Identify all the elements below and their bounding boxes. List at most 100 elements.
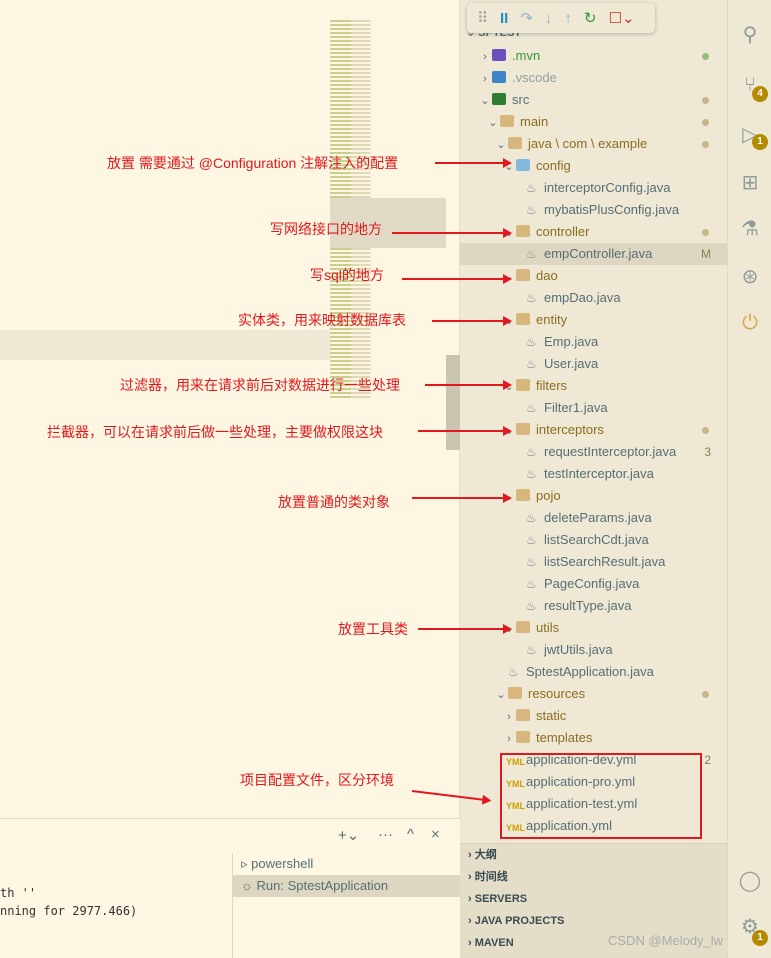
- tree-item-label: interceptorConfig.java: [544, 180, 671, 195]
- tree-folder[interactable]: › static: [460, 705, 727, 727]
- java-file-icon: ♨: [526, 401, 537, 415]
- java-file-icon: ♨: [526, 335, 537, 349]
- tree-file[interactable]: ♨ mybatisPlusConfig.java: [460, 199, 727, 221]
- status-badge: 2: [704, 753, 711, 767]
- java-file-icon: ♨: [526, 357, 537, 371]
- tree-folder[interactable]: › templates: [460, 727, 727, 749]
- pause-icon[interactable]: II: [500, 10, 508, 27]
- folder-icon: [516, 225, 530, 237]
- tree-folder[interactable]: ⌄ resources: [460, 683, 727, 705]
- folder-icon: [508, 687, 522, 699]
- status-dot: [702, 119, 709, 126]
- section-label: JAVA PROJECTS: [474, 915, 565, 927]
- tree-file[interactable]: ♨ PageConfig.java: [460, 573, 727, 595]
- tree-folder[interactable]: ⌄dao: [460, 265, 727, 287]
- tree-item-label: resultType.java: [544, 598, 632, 613]
- terminal-output[interactable]: th '' nning for 2977.466): [0, 884, 137, 920]
- tree-folder[interactable]: ⌄config: [460, 155, 727, 177]
- chevron-down-icon[interactable]: ⌄: [486, 112, 500, 134]
- testing-icon[interactable]: ⚗: [738, 216, 762, 241]
- chevron-right-icon[interactable]: ›: [478, 46, 492, 68]
- more-actions-icon[interactable]: ···: [378, 826, 393, 843]
- folder-icon: [516, 709, 530, 721]
- chevron-down-icon[interactable]: ⌄: [478, 90, 492, 112]
- java-file-icon: ♨: [526, 181, 537, 195]
- section-servers[interactable]: › SERVERS: [460, 888, 727, 910]
- tree-folder[interactable]: › .vscode: [460, 67, 727, 89]
- tree-file[interactable]: ♨ listSearchCdt.java: [460, 529, 727, 551]
- restart-icon[interactable]: ↻: [584, 9, 597, 27]
- tree-folder[interactable]: ⌄ java \ com \ example: [460, 133, 727, 155]
- annotation-text: 放置普通的类对象: [278, 494, 390, 510]
- tree-item-label: .vscode: [512, 70, 557, 85]
- tree-folder[interactable]: ⌄pojo: [460, 485, 727, 507]
- tree-file[interactable]: ♨ Filter1.java: [460, 397, 727, 419]
- terminal-item-powershell[interactable]: ▹ powershell: [233, 853, 460, 875]
- tree-file[interactable]: ♨ interceptorConfig.java: [460, 177, 727, 199]
- tree-item-label: empDao.java: [544, 290, 621, 305]
- terminal-icon: ▹: [241, 856, 252, 871]
- annotation-arrow: [432, 316, 512, 326]
- terminal-line: nning for 2977.466): [0, 904, 138, 918]
- chevron-right-icon[interactable]: ›: [502, 728, 516, 750]
- tree-folder[interactable]: ⌄ src: [460, 89, 727, 111]
- tree-folder[interactable]: ⌄filters: [460, 375, 727, 397]
- annotation-arrow: [412, 493, 512, 503]
- tree-file[interactable]: ♨ User.java: [460, 353, 727, 375]
- chevron-down-icon[interactable]: ⌄: [494, 684, 508, 706]
- tree-item-label: listSearchResult.java: [544, 554, 666, 569]
- chevron-right-icon[interactable]: ›: [502, 706, 516, 728]
- java-file-icon: ♨: [526, 555, 537, 569]
- new-terminal-icon[interactable]: +⌄: [338, 826, 359, 844]
- account-icon[interactable]: ◯: [738, 868, 762, 893]
- tree-file[interactable]: ♨ testInterceptor.java: [460, 463, 727, 485]
- tree-item-label: java \ com \ example: [528, 136, 648, 151]
- tree-file[interactable]: ♨ empController.java M: [460, 243, 727, 265]
- tree-file[interactable]: ♨ Emp.java: [460, 331, 727, 353]
- git-graph-icon[interactable]: ⊛: [738, 264, 762, 289]
- section-java-projects[interactable]: › JAVA PROJECTS: [460, 910, 727, 932]
- folder-icon: [516, 423, 530, 435]
- tree-folder[interactable]: ⌄ main: [460, 111, 727, 133]
- step-over-icon[interactable]: ↷: [520, 9, 533, 27]
- drag-handle-icon[interactable]: ⠿: [477, 9, 488, 27]
- section-timeline[interactable]: › 时间线: [460, 866, 727, 888]
- tree-file[interactable]: ♨ requestInterceptor.java 3: [460, 441, 727, 463]
- tree-item-label: deleteParams.java: [544, 510, 652, 525]
- tree-folder[interactable]: › .mvn: [460, 45, 727, 67]
- java-file-icon: ♨: [526, 643, 537, 657]
- chevron-down-icon[interactable]: ⌄: [494, 134, 508, 156]
- java-file-icon: ♨: [526, 511, 537, 525]
- folder-icon: [516, 379, 530, 391]
- tree-item-label: jwtUtils.java: [544, 642, 613, 657]
- chevron-right-icon[interactable]: ›: [478, 68, 492, 90]
- terminal-item-run[interactable]: ☼ Run: SptestApplication: [233, 875, 460, 897]
- tree-file[interactable]: ♨ listSearchResult.java: [460, 551, 727, 573]
- status-badge: M: [701, 247, 711, 261]
- tree-file[interactable]: ♨ empDao.java: [460, 287, 727, 309]
- java-file-icon: ♨: [526, 467, 537, 481]
- java-file-icon: ♨: [526, 533, 537, 547]
- terminal-list: ▹ powershell ☼ Run: SptestApplication: [232, 853, 460, 958]
- step-out-icon[interactable]: ↑: [564, 10, 572, 27]
- section-label: SERVERS: [474, 893, 528, 905]
- stop-icon[interactable]: ☐⌄: [609, 9, 635, 27]
- editor-scrollbar[interactable]: [446, 355, 460, 450]
- spring-boot-icon[interactable]: ⏻: [738, 312, 762, 335]
- tree-file[interactable]: ♨ jwtUtils.java: [460, 639, 727, 661]
- extensions-icon[interactable]: ⊞: [738, 170, 762, 195]
- tree-file[interactable]: ♨ deleteParams.java: [460, 507, 727, 529]
- search-icon[interactable]: ⚲: [738, 22, 762, 47]
- maximize-panel-icon[interactable]: ^: [407, 826, 414, 843]
- annotation-arrow: [418, 426, 512, 436]
- step-into-icon[interactable]: ↓: [545, 10, 553, 27]
- tree-file[interactable]: ♨ resultType.java: [460, 595, 727, 617]
- terminal-line: th '': [0, 886, 37, 900]
- tree-item-label: Emp.java: [544, 334, 599, 349]
- tree-item-label: interceptors: [536, 422, 604, 437]
- close-panel-icon[interactable]: ×: [431, 826, 440, 843]
- annotation-text: 项目配置文件，区分环境: [240, 772, 394, 788]
- config-files-highlight-box: [500, 753, 702, 839]
- section-outline[interactable]: › 大纲: [460, 844, 727, 866]
- tree-file[interactable]: ♨ SptestApplication.java: [460, 661, 727, 683]
